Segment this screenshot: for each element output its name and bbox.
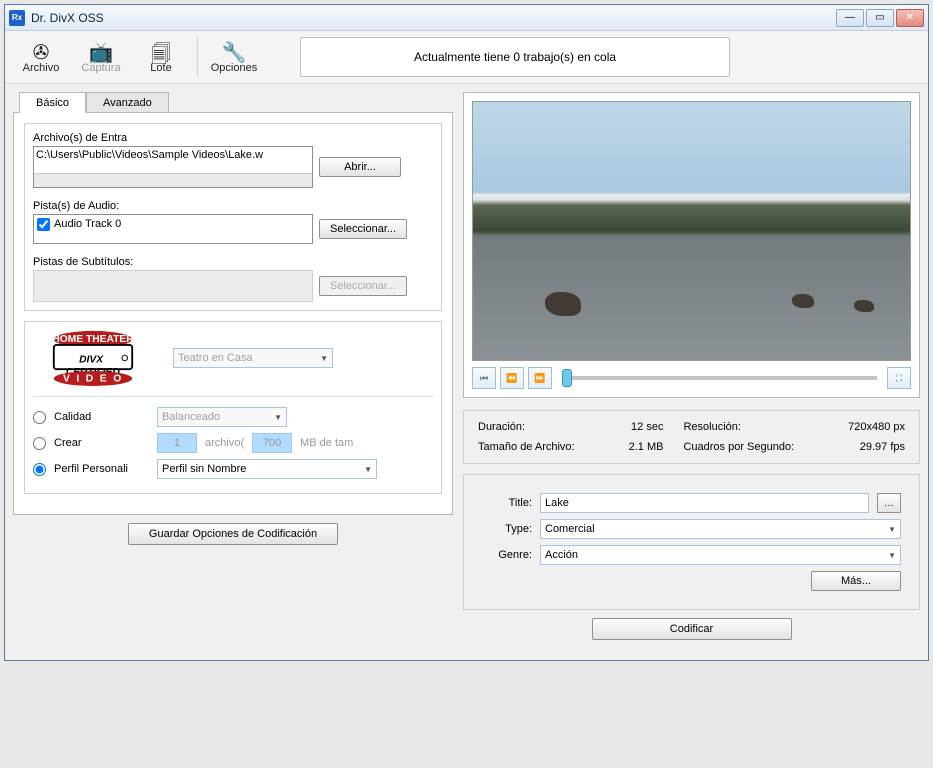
preview-panel: ⏮ ⏪ ⏩ ⛶ bbox=[463, 92, 920, 398]
fullscreen-button[interactable]: ⛶ bbox=[887, 367, 911, 389]
toolbar-archivo[interactable]: ✇ Archivo bbox=[15, 40, 67, 74]
duration-value: 12 sec bbox=[612, 421, 664, 433]
subtitle-tracks-label: Pistas de Subtítulos: bbox=[33, 256, 433, 268]
select-subtitle-button: Seleccionar... bbox=[319, 276, 407, 296]
chevron-down-icon: ▼ bbox=[888, 525, 896, 534]
separator bbox=[197, 37, 198, 77]
player-controls: ⏮ ⏪ ⏩ ⛶ bbox=[472, 367, 911, 389]
genre-combo[interactable]: Acción ▼ bbox=[540, 545, 901, 565]
file-count-input bbox=[157, 433, 197, 453]
input-files-group: Archivo(s) de Entra C:\Users\Public\Vide… bbox=[24, 123, 442, 311]
quality-radio[interactable] bbox=[33, 411, 46, 424]
resolution-label: Resolución: bbox=[683, 421, 811, 433]
tab-basic[interactable]: Básico bbox=[19, 92, 86, 113]
content: Básico Avanzado Archivo(s) de Entra C:\U… bbox=[5, 84, 928, 660]
tv-icon: 📺 bbox=[89, 40, 114, 62]
profile-group: HOME THEATER DIVX CERTIFIED V I D E O Te… bbox=[24, 321, 442, 494]
open-button[interactable]: Abrir... bbox=[319, 157, 401, 177]
quality-combo: Balanceado ▼ bbox=[157, 407, 287, 427]
video-preview bbox=[472, 101, 911, 361]
chevron-down-icon: ▼ bbox=[320, 354, 328, 363]
fps-label: Cuadros por Segundo: bbox=[683, 441, 811, 453]
toolbar-captura[interactable]: 📺 Captura bbox=[75, 40, 127, 74]
create-radio[interactable] bbox=[33, 437, 46, 450]
app-window: Rx Dr. DivX OSS — ▭ ✕ ✇ Archivo 📺 Captur… bbox=[4, 4, 929, 661]
window-title: Dr. DivX OSS bbox=[31, 11, 836, 25]
divx-certified-icon: HOME THEATER DIVX CERTIFIED V I D E O bbox=[34, 330, 152, 386]
filesize-label: Tamaño de Archivo: bbox=[478, 441, 592, 453]
type-combo[interactable]: Comercial ▼ bbox=[540, 519, 901, 539]
close-button[interactable]: ✕ bbox=[896, 9, 924, 27]
minimize-button[interactable]: — bbox=[836, 9, 864, 27]
input-files-label: Archivo(s) de Entra bbox=[33, 132, 433, 144]
seek-slider[interactable] bbox=[562, 376, 877, 380]
step-fwd-button[interactable]: ⏩ bbox=[528, 367, 552, 389]
toolbar-lote[interactable]: 🗐 Lote bbox=[135, 40, 187, 74]
wrench-icon: 🔧 bbox=[222, 40, 247, 62]
title-browse-button[interactable]: … bbox=[877, 493, 901, 513]
maximize-button[interactable]: ▭ bbox=[866, 9, 894, 27]
audio-tracks-label: Pista(s) de Audio: bbox=[33, 200, 433, 212]
film-reel-icon: ✇ bbox=[33, 40, 50, 62]
seek-thumb[interactable] bbox=[562, 369, 572, 387]
encode-button[interactable]: Codificar bbox=[592, 618, 792, 640]
chevron-down-icon: ▼ bbox=[274, 413, 282, 422]
filesize-value: 2.1 MB bbox=[612, 441, 664, 453]
tab-advanced[interactable]: Avanzado bbox=[86, 92, 169, 113]
metadata-group: Title: … Type: Comercial ▼ Genre: Acción… bbox=[463, 474, 920, 610]
svg-text:DIVX: DIVX bbox=[79, 355, 104, 366]
chevron-down-icon: ▼ bbox=[888, 551, 896, 560]
create-radio-row: Crear archivo( MB de tam bbox=[33, 433, 433, 453]
titlebar: Rx Dr. DivX OSS — ▭ ✕ bbox=[5, 5, 928, 31]
window-controls: — ▭ ✕ bbox=[836, 9, 924, 27]
app-icon: Rx bbox=[9, 10, 25, 26]
left-column: Básico Avanzado Archivo(s) de Entra C:\U… bbox=[13, 92, 453, 652]
quality-radio-row: Calidad Balanceado ▼ bbox=[33, 407, 433, 427]
duration-label: Duración: bbox=[478, 421, 592, 433]
svg-text:HOME THEATER: HOME THEATER bbox=[52, 334, 134, 345]
audio-track-checkbox[interactable] bbox=[37, 218, 50, 231]
divx-profile-combo: Teatro en Casa ▼ bbox=[173, 348, 333, 368]
basic-panel: Archivo(s) de Entra C:\Users\Public\Vide… bbox=[13, 112, 453, 515]
file-size-input bbox=[252, 433, 292, 453]
step-back-button[interactable]: ⏪ bbox=[500, 367, 524, 389]
audio-track-list[interactable]: Audio Track 0 bbox=[33, 214, 313, 244]
svg-text:V I D E O: V I D E O bbox=[63, 373, 123, 384]
right-bottom-row: Codificar bbox=[463, 610, 920, 652]
skip-start-button[interactable]: ⏮ bbox=[472, 367, 496, 389]
type-label: Type: bbox=[482, 523, 532, 535]
right-column: ⏮ ⏪ ⏩ ⛶ Duración: 12 sec Resolución: 720… bbox=[463, 92, 920, 652]
title-label: Title: bbox=[482, 497, 532, 509]
batch-icon: 🗐 bbox=[151, 40, 171, 62]
resolution-value: 720x480 px bbox=[831, 421, 905, 433]
tab-bar: Básico Avanzado bbox=[19, 92, 453, 113]
title-input[interactable] bbox=[540, 493, 869, 513]
queue-status: Actualmente tiene 0 trabajo(s) en cola bbox=[300, 37, 730, 77]
subtitle-track-list bbox=[33, 270, 313, 302]
genre-label: Genre: bbox=[482, 549, 532, 561]
toolbar: ✇ Archivo 📺 Captura 🗐 Lote 🔧 Opciones Ac… bbox=[5, 31, 928, 84]
media-info: Duración: 12 sec Resolución: 720x480 px … bbox=[463, 410, 920, 464]
input-file-list[interactable]: C:\Users\Public\Videos\Sample Videos\Lak… bbox=[33, 146, 313, 188]
divx-logo: HOME THEATER DIVX CERTIFIED V I D E O bbox=[33, 330, 153, 386]
select-audio-button[interactable]: Seleccionar... bbox=[319, 219, 407, 239]
more-button[interactable]: Más... bbox=[811, 571, 901, 591]
left-bottom-row: Guardar Opciones de Codificación bbox=[13, 515, 453, 557]
fps-value: 29.97 fps bbox=[831, 441, 905, 453]
custom-profile-combo[interactable]: Perfil sin Nombre ▼ bbox=[157, 459, 377, 479]
custom-profile-radio-row: Perfil Personali Perfil sin Nombre ▼ bbox=[33, 459, 433, 479]
chevron-down-icon: ▼ bbox=[364, 465, 372, 474]
toolbar-opciones[interactable]: 🔧 Opciones bbox=[208, 40, 260, 74]
custom-profile-radio[interactable] bbox=[33, 463, 46, 476]
h-scrollbar[interactable] bbox=[34, 173, 312, 187]
save-options-button[interactable]: Guardar Opciones de Codificación bbox=[128, 523, 338, 545]
